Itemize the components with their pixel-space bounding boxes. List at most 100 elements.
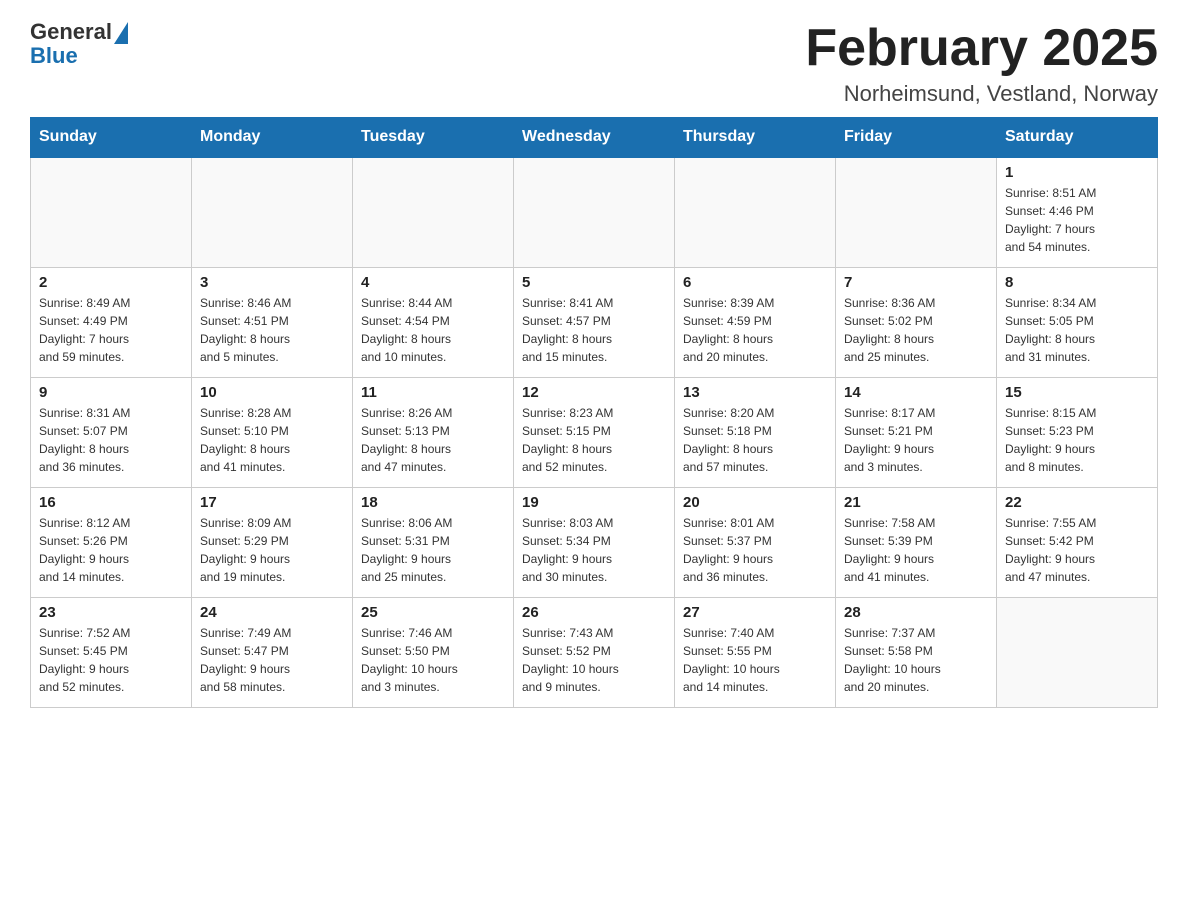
- day-number: 15: [1005, 384, 1149, 401]
- calendar-cell: 15 Sunrise: 8:15 AM Sunset: 5:23 PM Dayli…: [997, 377, 1158, 487]
- calendar-cell: 11 Sunrise: 8:26 AM Sunset: 5:13 PM Dayli…: [353, 377, 514, 487]
- logo-text: General Blue: [30, 20, 112, 68]
- day-info: Sunrise: 8:51 AM Sunset: 4:46 PM Dayligh…: [1005, 184, 1149, 256]
- calendar-header: Sunday Monday Tuesday Wednesday Thursday…: [31, 118, 1158, 158]
- calendar-cell: 12 Sunrise: 8:23 AM Sunset: 5:15 PM Dayli…: [514, 377, 675, 487]
- day-number: 9: [39, 384, 183, 401]
- logo-general: General: [30, 20, 112, 44]
- calendar-cell: [353, 157, 514, 267]
- calendar-cell: 14 Sunrise: 8:17 AM Sunset: 5:21 PM Dayli…: [836, 377, 997, 487]
- calendar-cell: 9Sunrise: 8:31 AM Sunset: 5:07 PM Daylig…: [31, 377, 192, 487]
- day-info: Sunrise: 7:58 AM Sunset: 5:39 PM Dayligh…: [844, 514, 988, 586]
- day-info: Sunrise: 8:20 AM Sunset: 5:18 PM Dayligh…: [683, 404, 827, 476]
- day-info: Sunrise: 8:34 AM Sunset: 5:05 PM Dayligh…: [1005, 294, 1149, 366]
- calendar-cell: 7 Sunrise: 8:36 AM Sunset: 5:02 PM Daylig…: [836, 267, 997, 377]
- calendar-cell: 10 Sunrise: 8:28 AM Sunset: 5:10 PM Dayli…: [192, 377, 353, 487]
- day-info: Sunrise: 8:23 AM Sunset: 5:15 PM Dayligh…: [522, 404, 666, 476]
- calendar-cell: [997, 597, 1158, 707]
- day-number: 22: [1005, 494, 1149, 511]
- day-info: Sunrise: 8:46 AM Sunset: 4:51 PM Dayligh…: [200, 294, 344, 366]
- calendar-cell: 1 Sunrise: 8:51 AM Sunset: 4:46 PM Daylig…: [997, 157, 1158, 267]
- day-info: Sunrise: 8:06 AM Sunset: 5:31 PM Dayligh…: [361, 514, 505, 586]
- calendar-body: 1 Sunrise: 8:51 AM Sunset: 4:46 PM Daylig…: [31, 157, 1158, 707]
- calendar-cell: 13 Sunrise: 8:20 AM Sunset: 5:18 PM Dayli…: [675, 377, 836, 487]
- day-info: Sunrise: 8:17 AM Sunset: 5:21 PM Dayligh…: [844, 404, 988, 476]
- day-info: Sunrise: 8:09 AM Sunset: 5:29 PM Dayligh…: [200, 514, 344, 586]
- day-info: Sunrise: 7:55 AM Sunset: 5:42 PM Dayligh…: [1005, 514, 1149, 586]
- day-info: Sunrise: 8:36 AM Sunset: 5:02 PM Dayligh…: [844, 294, 988, 366]
- day-info: Sunrise: 8:26 AM Sunset: 5:13 PM Dayligh…: [361, 404, 505, 476]
- day-number: 2: [39, 274, 183, 291]
- day-number: 5: [522, 274, 666, 291]
- calendar-week-row: 9Sunrise: 8:31 AM Sunset: 5:07 PM Daylig…: [31, 377, 1158, 487]
- day-number: 17: [200, 494, 344, 511]
- header-saturday: Saturday: [997, 118, 1158, 158]
- calendar-week-row: 23 Sunrise: 7:52 AM Sunset: 5:45 PM Dayli…: [31, 597, 1158, 707]
- day-info: Sunrise: 8:01 AM Sunset: 5:37 PM Dayligh…: [683, 514, 827, 586]
- day-number: 20: [683, 494, 827, 511]
- day-number: 6: [683, 274, 827, 291]
- header-friday: Friday: [836, 118, 997, 158]
- calendar-cell: 23 Sunrise: 7:52 AM Sunset: 5:45 PM Dayli…: [31, 597, 192, 707]
- calendar-cell: 16Sunrise: 8:12 AM Sunset: 5:26 PM Dayli…: [31, 487, 192, 597]
- calendar-cell: 6 Sunrise: 8:39 AM Sunset: 4:59 PM Daylig…: [675, 267, 836, 377]
- day-number: 18: [361, 494, 505, 511]
- calendar-cell: 21 Sunrise: 7:58 AM Sunset: 5:39 PM Dayli…: [836, 487, 997, 597]
- day-info: Sunrise: 7:52 AM Sunset: 5:45 PM Dayligh…: [39, 624, 183, 696]
- calendar-cell: 28Sunrise: 7:37 AM Sunset: 5:58 PM Dayli…: [836, 597, 997, 707]
- calendar-cell: 24Sunrise: 7:49 AM Sunset: 5:47 PM Dayli…: [192, 597, 353, 707]
- calendar-cell: 3 Sunrise: 8:46 AM Sunset: 4:51 PM Daylig…: [192, 267, 353, 377]
- day-number: 14: [844, 384, 988, 401]
- day-number: 13: [683, 384, 827, 401]
- day-number: 23: [39, 604, 183, 621]
- day-number: 16: [39, 494, 183, 511]
- day-info: Sunrise: 8:39 AM Sunset: 4:59 PM Dayligh…: [683, 294, 827, 366]
- calendar-cell: [514, 157, 675, 267]
- header-sunday: Sunday: [31, 118, 192, 158]
- day-number: 25: [361, 604, 505, 621]
- day-number: 12: [522, 384, 666, 401]
- day-number: 8: [1005, 274, 1149, 291]
- day-info: Sunrise: 7:46 AM Sunset: 5:50 PM Dayligh…: [361, 624, 505, 696]
- day-number: 10: [200, 384, 344, 401]
- calendar-cell: 20 Sunrise: 8:01 AM Sunset: 5:37 PM Dayli…: [675, 487, 836, 597]
- header-wednesday: Wednesday: [514, 118, 675, 158]
- header-monday: Monday: [192, 118, 353, 158]
- day-number: 26: [522, 604, 666, 621]
- day-number: 1: [1005, 164, 1149, 181]
- day-number: 7: [844, 274, 988, 291]
- page-header: General Blue February 2025 Norheimsund, …: [30, 20, 1158, 107]
- header-tuesday: Tuesday: [353, 118, 514, 158]
- calendar-cell: 26 Sunrise: 7:43 AM Sunset: 5:52 PM Dayli…: [514, 597, 675, 707]
- day-info: Sunrise: 8:41 AM Sunset: 4:57 PM Dayligh…: [522, 294, 666, 366]
- calendar-cell: 25 Sunrise: 7:46 AM Sunset: 5:50 PM Dayli…: [353, 597, 514, 707]
- calendar-cell: 5 Sunrise: 8:41 AM Sunset: 4:57 PM Daylig…: [514, 267, 675, 377]
- calendar-cell: 22 Sunrise: 7:55 AM Sunset: 5:42 PM Dayli…: [997, 487, 1158, 597]
- title-block: February 2025 Norheimsund, Vestland, Nor…: [805, 20, 1158, 107]
- day-number: 21: [844, 494, 988, 511]
- calendar-table: Sunday Monday Tuesday Wednesday Thursday…: [30, 117, 1158, 708]
- day-number: 24: [200, 604, 344, 621]
- calendar-cell: [675, 157, 836, 267]
- day-number: 11: [361, 384, 505, 401]
- day-number: 27: [683, 604, 827, 621]
- day-info: Sunrise: 8:28 AM Sunset: 5:10 PM Dayligh…: [200, 404, 344, 476]
- calendar-cell: 4Sunrise: 8:44 AM Sunset: 4:54 PM Daylig…: [353, 267, 514, 377]
- day-number: 19: [522, 494, 666, 511]
- day-info: Sunrise: 8:03 AM Sunset: 5:34 PM Dayligh…: [522, 514, 666, 586]
- weekday-header-row: Sunday Monday Tuesday Wednesday Thursday…: [31, 118, 1158, 158]
- calendar-cell: [31, 157, 192, 267]
- calendar-cell: 8 Sunrise: 8:34 AM Sunset: 5:05 PM Daylig…: [997, 267, 1158, 377]
- calendar-cell: 19 Sunrise: 8:03 AM Sunset: 5:34 PM Dayli…: [514, 487, 675, 597]
- day-info: Sunrise: 8:44 AM Sunset: 4:54 PM Dayligh…: [361, 294, 505, 366]
- location-text: Norheimsund, Vestland, Norway: [805, 81, 1158, 107]
- calendar-week-row: 16Sunrise: 8:12 AM Sunset: 5:26 PM Dayli…: [31, 487, 1158, 597]
- day-number: 3: [200, 274, 344, 291]
- day-info: Sunrise: 8:49 AM Sunset: 4:49 PM Dayligh…: [39, 294, 183, 366]
- day-info: Sunrise: 7:43 AM Sunset: 5:52 PM Dayligh…: [522, 624, 666, 696]
- header-thursday: Thursday: [675, 118, 836, 158]
- day-info: Sunrise: 8:15 AM Sunset: 5:23 PM Dayligh…: [1005, 404, 1149, 476]
- day-number: 28: [844, 604, 988, 621]
- logo: General Blue: [30, 20, 128, 68]
- day-info: Sunrise: 7:40 AM Sunset: 5:55 PM Dayligh…: [683, 624, 827, 696]
